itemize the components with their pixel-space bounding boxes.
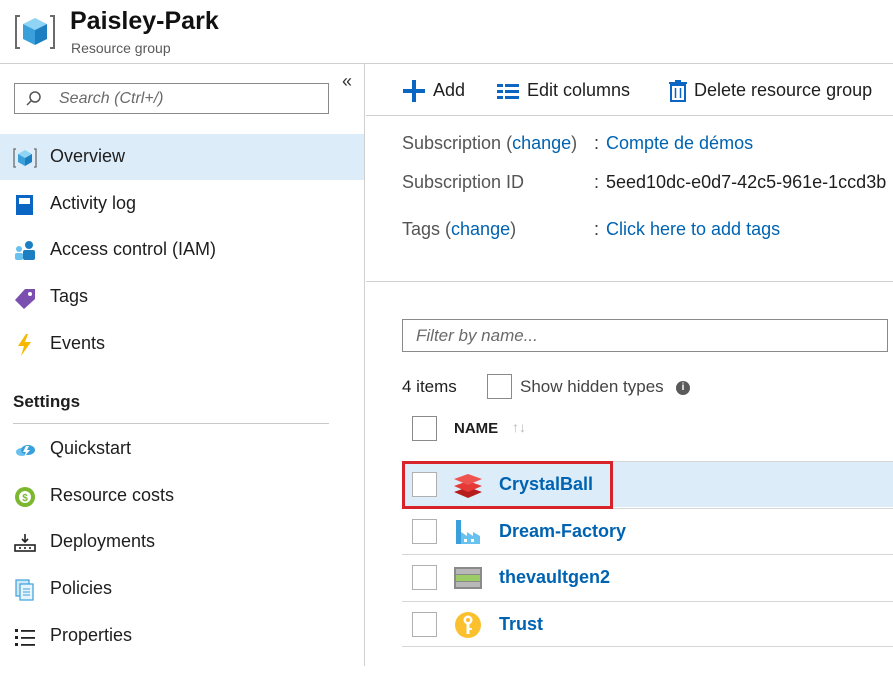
row-checkbox[interactable]	[412, 612, 437, 637]
policies-icon	[15, 579, 34, 601]
svg-text:$: $	[22, 493, 28, 504]
filter-by-name-input[interactable]	[416, 325, 876, 347]
page-subtitle: Resource group	[71, 40, 171, 56]
section-title-settings: Settings	[13, 392, 81, 411]
subscription-value-link[interactable]: Compte de démos	[606, 133, 753, 154]
search-input[interactable]	[59, 88, 319, 110]
items-count: 4 items	[402, 377, 457, 396]
change-subscription-link[interactable]: change	[512, 133, 571, 153]
subscription-id-key: Subscription ID	[402, 172, 525, 192]
sidebar-item-quickstart[interactable]: Quickstart	[0, 426, 364, 472]
delete-resource-group-label: Delete resource group	[694, 80, 873, 100]
page-title: Paisley-Park	[70, 7, 219, 35]
table-row[interactable]: thevaultgen2	[402, 554, 893, 600]
change-tags-link[interactable]: change	[451, 219, 510, 239]
row-checkbox[interactable]	[412, 519, 437, 544]
sidebar-item-label: Resource costs	[50, 485, 175, 505]
sort-icon[interactable]: ↑↓	[512, 419, 526, 435]
trash-icon	[669, 80, 687, 102]
tags-label: Tags	[402, 219, 441, 239]
paren-close: )	[510, 219, 517, 239]
resource-name-link[interactable]: Trust	[499, 614, 543, 635]
users-icon	[15, 241, 35, 260]
add-tags-link[interactable]: Click here to add tags	[606, 219, 780, 240]
column-header-name[interactable]: NAME	[454, 420, 498, 437]
search-icon	[26, 91, 41, 106]
key-vault-icon	[455, 612, 481, 638]
sidebar-item-label: Activity log	[50, 193, 137, 213]
sidebar-item-events[interactable]: Events	[0, 321, 364, 367]
page-header: Paisley-Park Resource group	[0, 0, 893, 64]
cloud-icon	[16, 445, 35, 457]
subscription-key: Subscription (change)	[402, 133, 577, 154]
colon: :	[594, 172, 600, 192]
storage-icon	[454, 567, 482, 589]
sidebar: « Overview Activity log Access control (…	[0, 64, 365, 666]
resource-name-link[interactable]: thevaultgen2	[499, 567, 610, 588]
selection-highlight-box	[402, 461, 613, 509]
sidebar-item-label: Deployments	[50, 531, 156, 551]
sidebar-item-label: Policies	[50, 578, 113, 598]
add-button-label: Add	[433, 80, 466, 100]
resource-group-icon	[15, 15, 55, 49]
sidebar-item-label: Overview	[50, 146, 126, 166]
sidebar-search[interactable]	[14, 83, 329, 114]
show-hidden-types-label: Show hidden types	[520, 377, 664, 396]
sidebar-item-activity-log[interactable]: Activity log	[0, 181, 364, 227]
colon: :	[594, 133, 600, 153]
add-button[interactable]: Add	[402, 78, 470, 104]
sidebar-item-tags[interactable]: Tags	[0, 274, 364, 320]
sidebar-item-properties[interactable]: Properties	[0, 613, 364, 659]
section-divider	[13, 423, 329, 424]
row-checkbox[interactable]	[412, 565, 437, 590]
tag-icon	[15, 289, 35, 309]
plus-icon	[403, 80, 425, 102]
deployments-icon	[14, 534, 36, 552]
essentials-panel: Subscription (change) : Compte de démos …	[366, 116, 893, 282]
sidebar-item-deployments[interactable]: Deployments	[0, 519, 364, 565]
sidebar-item-policies[interactable]: Policies	[0, 566, 364, 612]
sidebar-item-label: Access control (IAM)	[50, 239, 217, 259]
command-bar: Add Edit columns Delete resource group	[366, 64, 893, 116]
sidebar-item-label: Quickstart	[50, 438, 132, 458]
paren-open: (	[440, 219, 452, 239]
select-all-checkbox[interactable]	[412, 416, 437, 441]
subscription-label: Subscription	[402, 133, 502, 153]
sidebar-item-label: Events	[50, 333, 106, 353]
edit-columns-label: Edit columns	[527, 80, 631, 100]
subscription-id-value: 5eed10dc-e0d7-42c5-961e-1ccd3b	[606, 172, 887, 192]
cost-icon: $	[15, 487, 35, 507]
resource-name-link[interactable]: Dream-Factory	[499, 521, 626, 542]
log-book-icon	[16, 195, 33, 215]
table-row[interactable]: Dream-Factory	[402, 508, 893, 554]
collapse-sidebar-icon[interactable]: «	[338, 72, 356, 90]
properties-icon	[15, 629, 35, 646]
lightning-icon	[18, 334, 31, 356]
sidebar-item-label: Properties	[50, 625, 133, 645]
cube-icon	[13, 148, 37, 168]
paren-open: (	[501, 133, 513, 153]
tags-key: Tags (change)	[402, 219, 516, 240]
sidebar-item-access-control[interactable]: Access control (IAM)	[0, 227, 364, 273]
delete-resource-group-button[interactable]: Delete resource group	[666, 78, 891, 104]
filter-box[interactable]	[402, 319, 888, 352]
colon: :	[594, 219, 600, 239]
sidebar-item-resource-costs[interactable]: $ Resource costs	[0, 473, 364, 519]
sidebar-item-overview[interactable]: Overview	[0, 134, 364, 180]
show-hidden-types-checkbox[interactable]	[487, 374, 512, 399]
paren-close: )	[571, 133, 578, 153]
table-row[interactable]: Trust	[402, 601, 893, 647]
edit-columns-button[interactable]: Edit columns	[496, 78, 636, 104]
columns-icon	[497, 84, 519, 99]
sidebar-item-label: Tags	[50, 286, 89, 306]
info-icon[interactable]: i	[676, 381, 690, 395]
factory-icon	[456, 520, 480, 544]
